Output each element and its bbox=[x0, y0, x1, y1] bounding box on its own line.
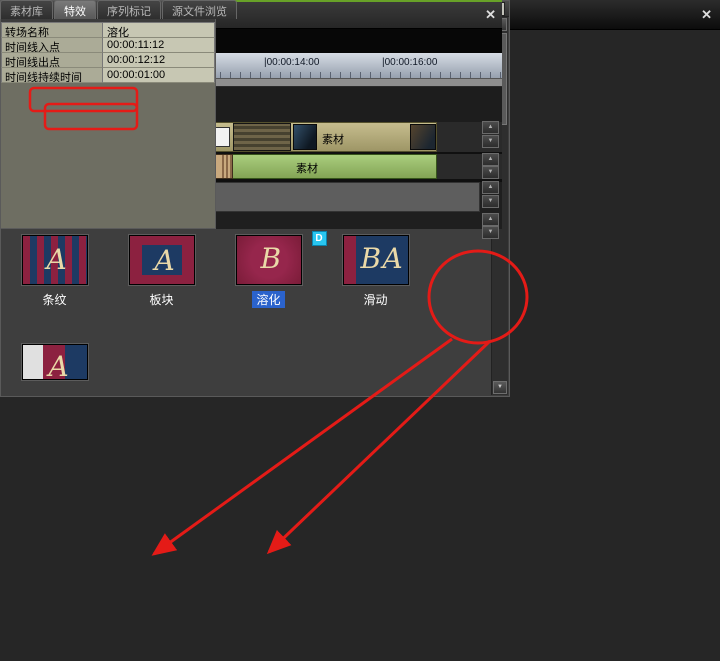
effect-item-stripes[interactable]: 条纹 bbox=[22, 235, 88, 344]
effect-item-slide[interactable]: 滑动 bbox=[343, 235, 409, 344]
track-collapse-button[interactable]: ▼ bbox=[482, 135, 499, 148]
info-row-transition-name: 转场名称 溶化 bbox=[1, 23, 215, 38]
effect-label: 滑动 bbox=[363, 291, 387, 308]
tab-effects[interactable]: 特效 bbox=[54, 0, 96, 19]
info-value: 00:00:11:12 bbox=[103, 38, 215, 53]
track-collapse-button[interactable]: ▼ bbox=[482, 226, 499, 239]
edius-window: EDIUS ▾ ▾ ✕ ▾ ✕ 文件夹 bbox=[0, 0, 720, 661]
info-row-timeline-duration: 时间线持续时间 00:00:01:00 bbox=[1, 68, 215, 83]
effect-item-partial[interactable] bbox=[22, 344, 88, 397]
timeline-close-button[interactable]: ✕ bbox=[485, 7, 496, 23]
info-label: 转场名称 bbox=[1, 23, 103, 38]
effect-label: 板块 bbox=[149, 291, 173, 308]
ruler-timecode: |00:00:16:00 bbox=[382, 57, 437, 68]
info-label: 时间线出点 bbox=[1, 53, 103, 68]
effect-thumbnail[interactable] bbox=[22, 235, 88, 285]
track-expand-button[interactable]: ▲ bbox=[482, 121, 499, 134]
transition-dissolve-2[interactable] bbox=[233, 123, 291, 151]
tab-bin[interactable]: 素材库 bbox=[0, 0, 53, 19]
info-row-timeline-out: 时间线出点 00:00:12:12 bbox=[1, 53, 215, 68]
effect-label: 溶化 bbox=[252, 291, 284, 308]
effect-thumbnail[interactable] bbox=[22, 344, 88, 380]
clip-thumbnail bbox=[410, 124, 436, 150]
tab-sequence-marker[interactable]: 序列标记 bbox=[97, 0, 161, 19]
tab-source-browser[interactable]: 源文件浏览 bbox=[162, 0, 237, 19]
ruler-timecode: |00:00:14:00 bbox=[264, 57, 319, 68]
track-expand-button[interactable]: ▲ bbox=[482, 213, 499, 226]
info-label: 时间线持续时间 bbox=[1, 68, 103, 83]
dissolve-badge: D bbox=[312, 231, 327, 246]
info-row-timeline-in: 时间线入点 00:00:11:12 bbox=[1, 38, 215, 53]
track-collapse-button[interactable]: ▼ bbox=[482, 166, 499, 179]
scroll-down-button[interactable]: ▼ bbox=[493, 381, 507, 394]
information-table: 转场名称 溶化 时间线入点 00:00:11:12 时间线出点 00:00:12… bbox=[1, 22, 215, 83]
effect-thumbnail[interactable] bbox=[343, 235, 409, 285]
information-panel: ✕ 转场名称 溶化 时间线入点 00:00:11:12 时间线出点 00:00:… bbox=[0, 0, 216, 229]
palette-tab-bar: 素材库 特效 序列标记 源文件浏览 bbox=[0, 0, 238, 19]
effect-thumbnail[interactable] bbox=[129, 235, 195, 285]
info-value: 00:00:12:12 bbox=[103, 53, 215, 68]
information-empty-area bbox=[1, 83, 215, 228]
effect-item-blocks[interactable]: 板块 bbox=[129, 235, 195, 344]
clip-label: 素材 bbox=[322, 131, 344, 147]
track-expand-button[interactable]: ▲ bbox=[482, 181, 499, 194]
track-expand-button[interactable]: ▲ bbox=[482, 153, 499, 166]
effect-label: 条纹 bbox=[42, 291, 66, 308]
clip-label: 素材 bbox=[296, 160, 318, 176]
effect-thumbnail[interactable] bbox=[236, 235, 302, 285]
info-value: 溶化 bbox=[103, 23, 215, 38]
clip-thumbnail bbox=[293, 124, 317, 150]
info-value: 00:00:01:00 bbox=[103, 68, 215, 83]
info-label: 时间线入点 bbox=[1, 38, 103, 53]
track-collapse-button[interactable]: ▼ bbox=[482, 195, 499, 208]
effect-item-dissolve[interactable]: D溶化 bbox=[236, 235, 302, 344]
window-close-button[interactable]: ✕ bbox=[701, 7, 712, 23]
